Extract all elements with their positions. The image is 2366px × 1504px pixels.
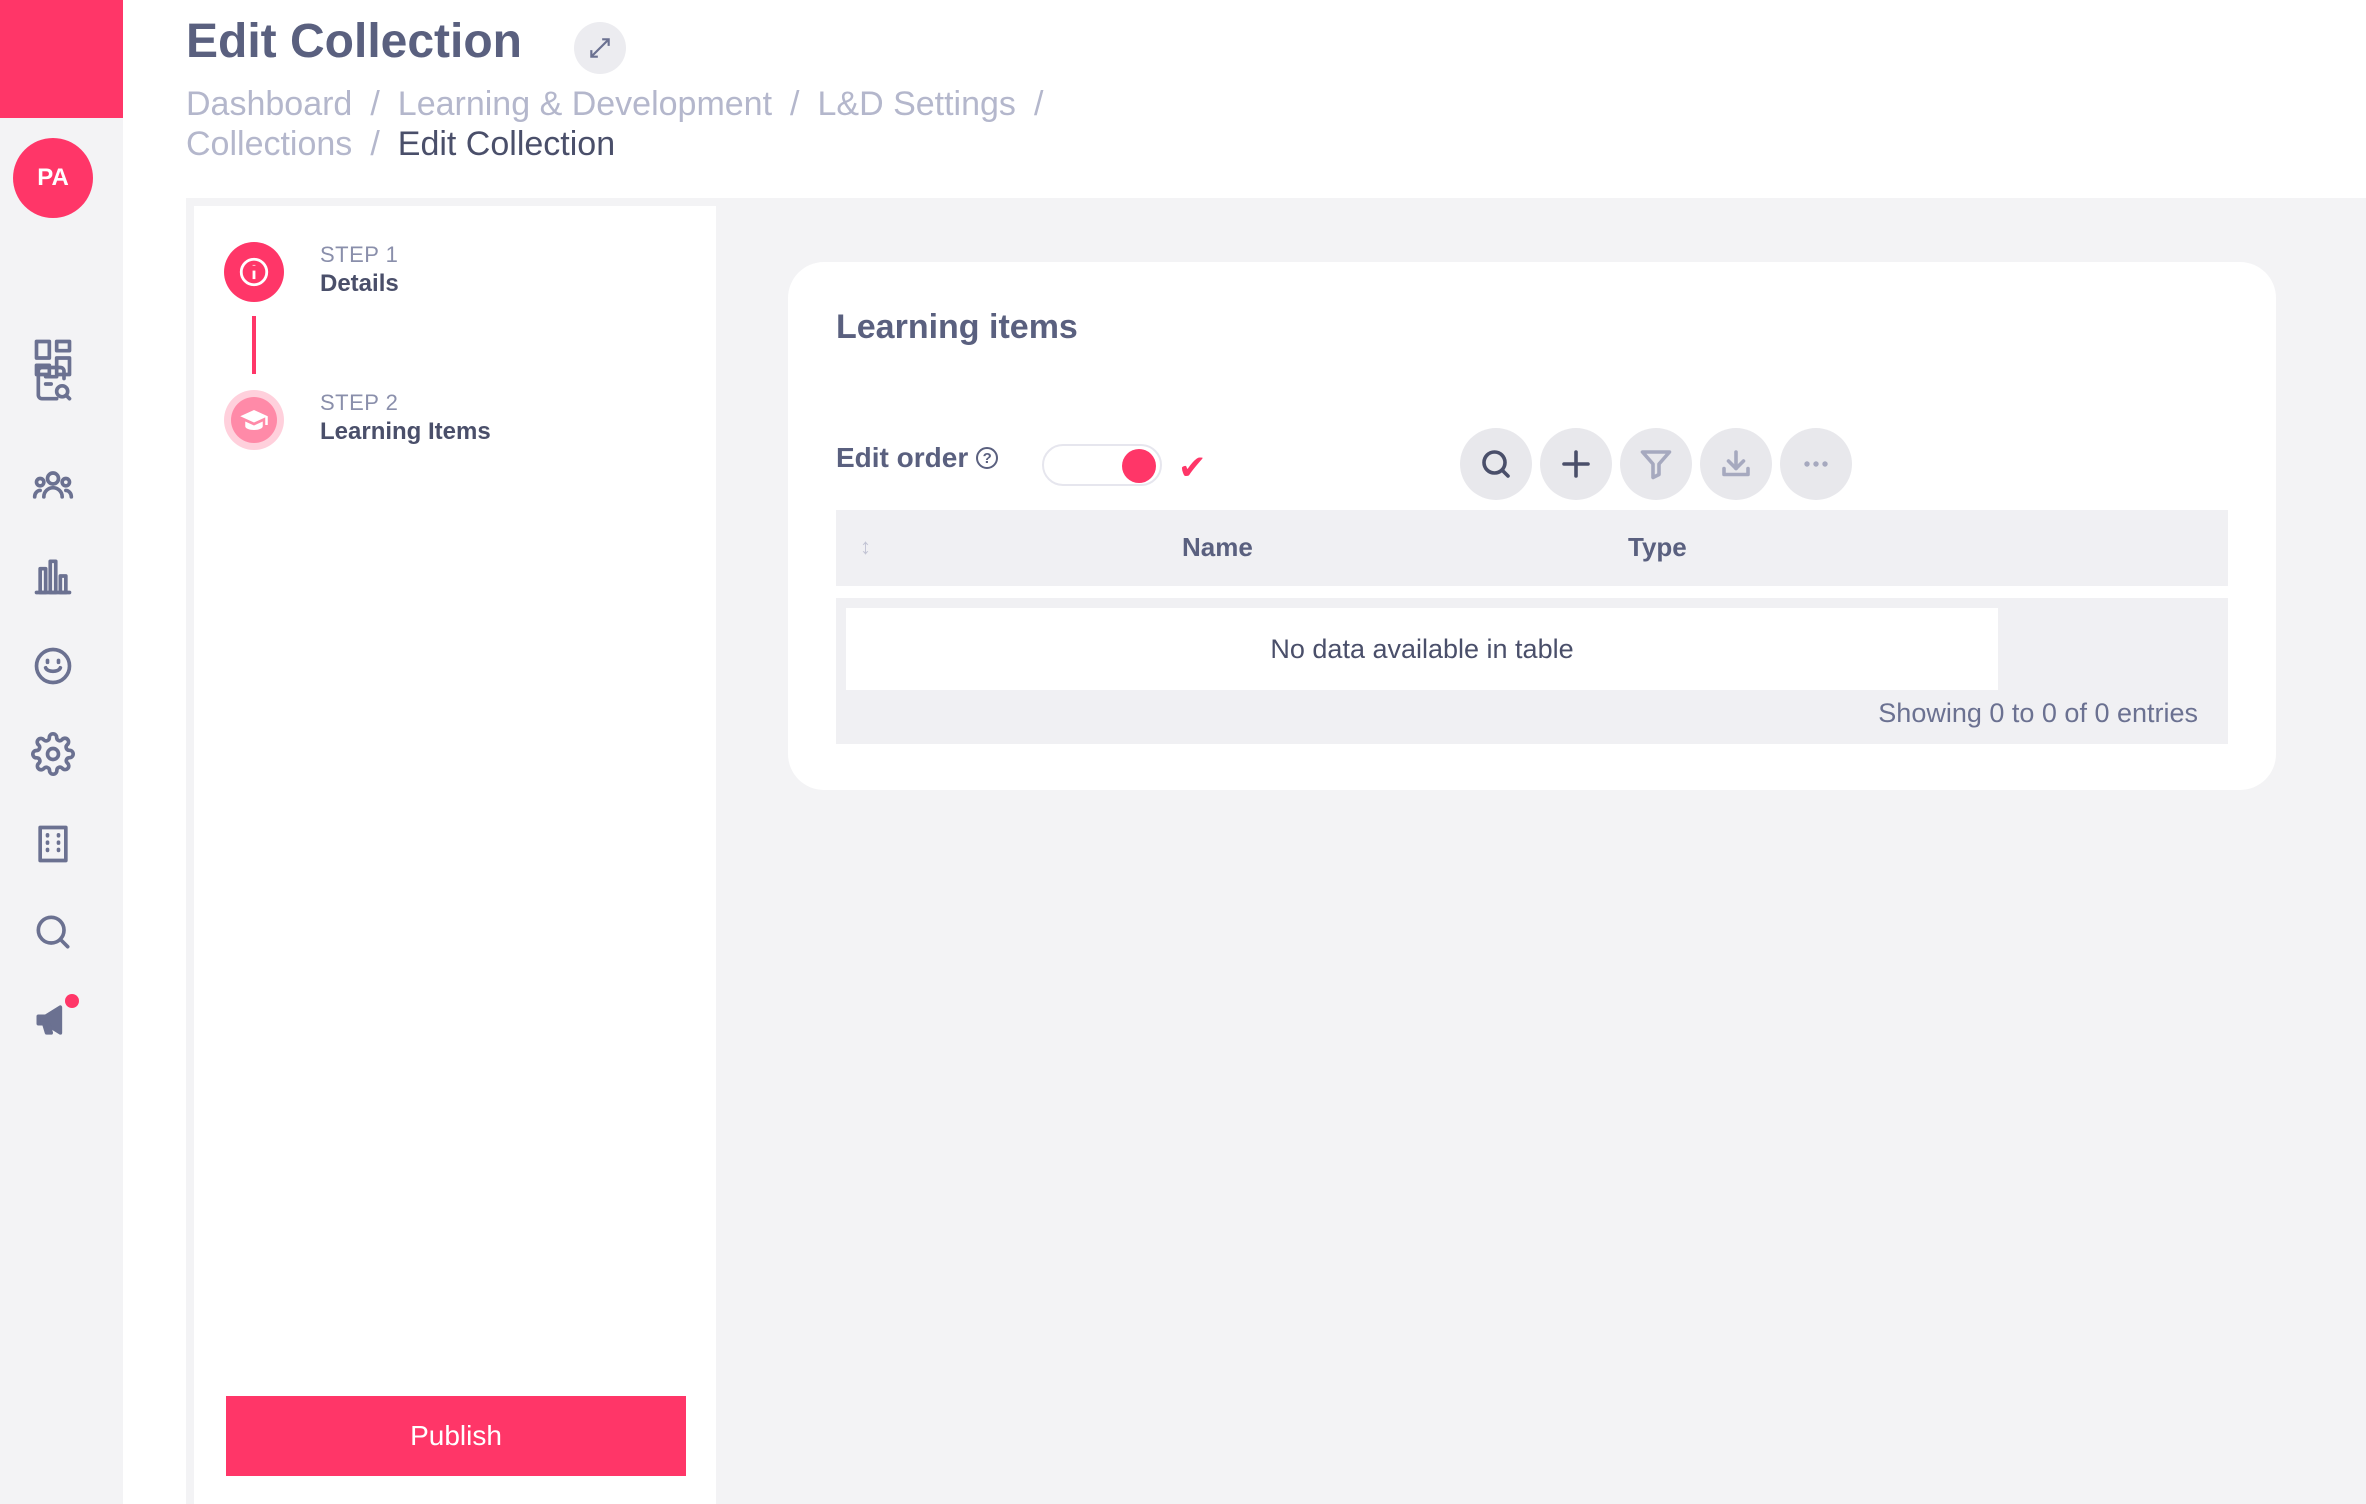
- step-details[interactable]: STEP 1 Details: [224, 242, 399, 302]
- help-icon[interactable]: ?: [976, 447, 999, 469]
- sidebar: PA: [0, 0, 123, 1504]
- edit-order-toggle[interactable]: [1042, 444, 1162, 486]
- breadcrumb: Dashboard / Learning & Development / L&D Set…: [186, 84, 1186, 164]
- plus-icon: [1562, 450, 1590, 478]
- edit-order-label: Edit order ?: [836, 442, 999, 474]
- gear-icon[interactable]: [27, 728, 79, 780]
- breadcrumb-learning-development[interactable]: Learning & Development: [398, 85, 772, 123]
- sort-icon[interactable]: ↕: [860, 534, 871, 560]
- bar-chart-icon[interactable]: [27, 550, 79, 602]
- add-button[interactable]: [1540, 428, 1612, 500]
- expand-button[interactable]: [574, 22, 626, 74]
- breadcrumb-separator: /: [1033, 85, 1044, 123]
- notification-dot: [65, 994, 79, 1008]
- table-body: No data available in table Showing 0 to …: [836, 598, 2228, 744]
- table-header: ↕ Name Type: [836, 510, 2228, 586]
- expand-icon: [590, 38, 610, 58]
- search-button[interactable]: [1460, 428, 1532, 500]
- step-learning-items[interactable]: STEP 2 Learning Items: [224, 390, 491, 450]
- graduation-cap-icon: [231, 397, 277, 443]
- toggle-knob: [1122, 449, 1156, 483]
- megaphone-icon[interactable]: [27, 994, 79, 1046]
- more-button[interactable]: [1780, 428, 1852, 500]
- card-title: Learning items: [836, 308, 1078, 346]
- building-icon[interactable]: [27, 818, 79, 870]
- breadcrumb-dashboard[interactable]: Dashboard: [186, 85, 352, 123]
- smiley-icon[interactable]: [27, 640, 79, 692]
- step-connector: [252, 316, 256, 374]
- steps-panel: STEP 1 Details STEP 2 Learning Items Pub…: [194, 206, 716, 1504]
- download-icon: [1722, 450, 1750, 477]
- breadcrumb-ld-settings[interactable]: L&D Settings: [817, 85, 1015, 123]
- download-button[interactable]: [1700, 428, 1772, 500]
- more-icon: [1804, 461, 1828, 467]
- avatar[interactable]: PA: [13, 138, 93, 218]
- search-icon: [1482, 450, 1510, 478]
- publish-button[interactable]: Publish: [226, 1396, 686, 1476]
- filter-button[interactable]: [1620, 428, 1692, 500]
- step-number: STEP 2: [320, 390, 399, 415]
- step-label: Details: [320, 270, 399, 297]
- breadcrumb-separator: /: [370, 125, 380, 163]
- step-number: STEP 1: [320, 242, 399, 267]
- breadcrumb-current: Edit Collection: [397, 125, 616, 163]
- breadcrumb-separator: /: [370, 85, 380, 123]
- empty-table-message: No data available in table: [846, 608, 1998, 690]
- page-title: Edit Collection: [186, 15, 522, 68]
- learning-items-card: Learning items Edit order ? ✔ ↕ Name Typ…: [788, 262, 2276, 790]
- breadcrumb-separator: /: [790, 85, 800, 123]
- step-label: Learning Items: [320, 418, 491, 445]
- breadcrumb-collections[interactable]: Collections: [186, 125, 352, 163]
- brand-logo[interactable]: [0, 0, 123, 118]
- column-type[interactable]: Type: [1628, 532, 1687, 563]
- search-document-icon-2[interactable]: [27, 358, 79, 410]
- info-icon: [224, 242, 284, 302]
- people-icon[interactable]: [27, 458, 79, 510]
- entries-info: Showing 0 to 0 of 0 entries: [1878, 698, 2198, 728]
- filter-icon: [1640, 450, 1672, 480]
- check-icon: ✔: [1178, 449, 1207, 487]
- column-name[interactable]: Name: [1182, 532, 1253, 563]
- search-icon[interactable]: [27, 906, 79, 958]
